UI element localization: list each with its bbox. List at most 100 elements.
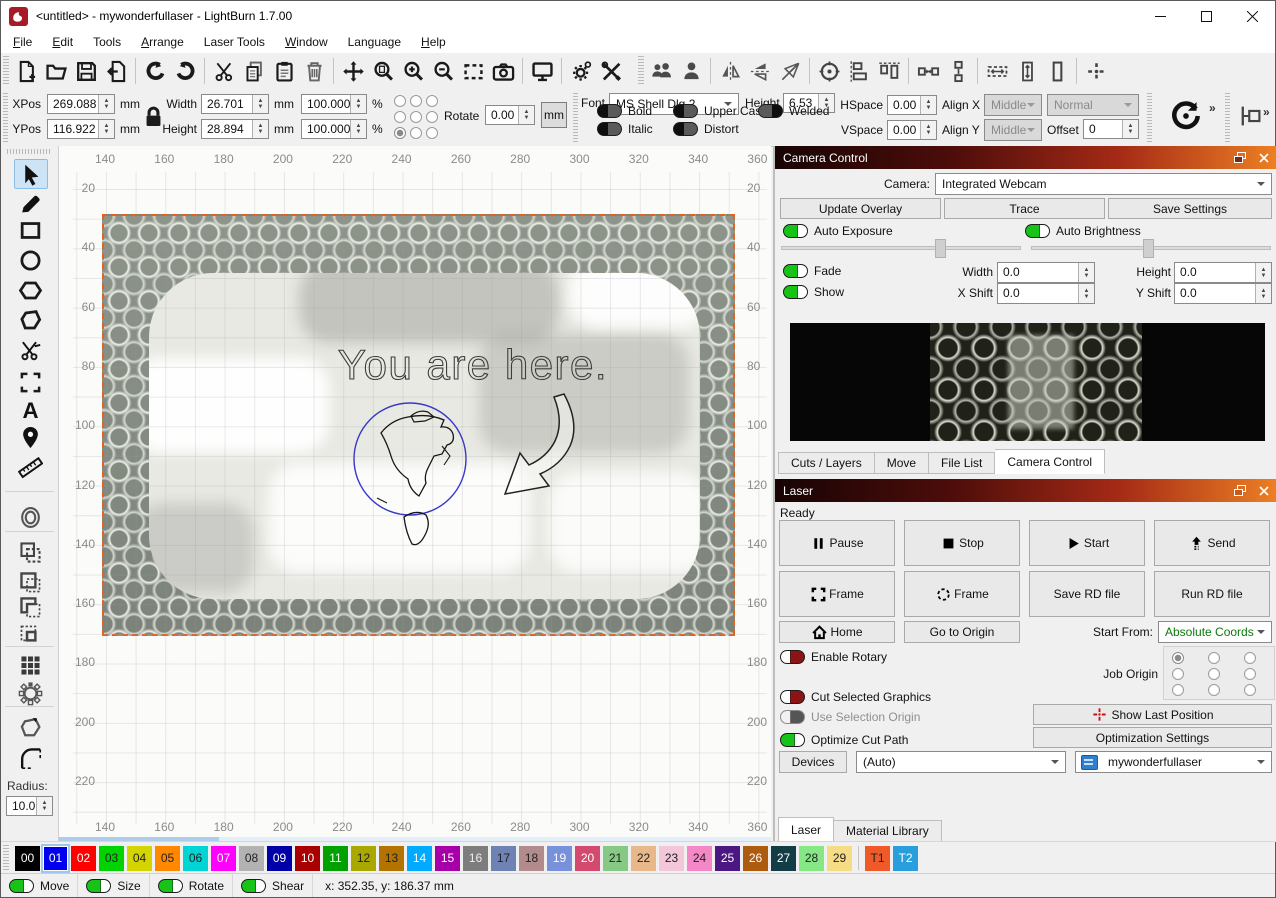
color-swatch-06[interactable]: 06 bbox=[183, 846, 208, 871]
anchor-radio-4[interactable] bbox=[410, 111, 422, 123]
docking-widget-icon[interactable] bbox=[1237, 103, 1263, 132]
color-swatch-10[interactable]: 10 bbox=[295, 846, 320, 871]
rotate-input[interactable]: 0.00▲▼ bbox=[485, 105, 535, 125]
menu-tools[interactable]: Tools bbox=[83, 33, 131, 51]
tab-laser[interactable]: Laser bbox=[778, 817, 834, 842]
color-swatch-15[interactable]: 15 bbox=[435, 846, 460, 871]
frame-button[interactable]: Frame bbox=[904, 571, 1020, 617]
color-swatch-26[interactable]: 26 bbox=[743, 846, 768, 871]
color-swatch-28[interactable]: 28 bbox=[799, 846, 824, 871]
job-origin-radio-8[interactable] bbox=[1244, 684, 1256, 696]
color-swatch-17[interactable]: 17 bbox=[491, 846, 516, 871]
color-swatch-11[interactable]: 11 bbox=[323, 846, 348, 871]
tool-trim-shapes[interactable] bbox=[14, 336, 46, 364]
cut-selected-toggle[interactable]: Cut Selected Graphics bbox=[780, 689, 931, 704]
settings-gears-icon[interactable] bbox=[566, 56, 596, 86]
auto-exposure-toggle[interactable]: Auto Exposure bbox=[783, 223, 893, 238]
anchor-radio-8[interactable] bbox=[426, 127, 438, 139]
artwork-globe[interactable] bbox=[354, 403, 466, 545]
save-settings-button[interactable]: Save Settings bbox=[1108, 198, 1272, 219]
port-combo[interactable]: (Auto) bbox=[856, 751, 1066, 773]
tab-material-library[interactable]: Material Library bbox=[834, 820, 942, 842]
color-swatch-22[interactable]: 22 bbox=[631, 846, 656, 871]
fade-toggle[interactable]: Fade bbox=[783, 263, 841, 278]
anchor-radio-3[interactable] bbox=[394, 111, 406, 123]
workspace-canvas[interactable]: 1401401601601801802002002202202402402602… bbox=[59, 146, 771, 842]
delete-icon[interactable] bbox=[299, 56, 329, 86]
scale-width-icon[interactable] bbox=[982, 56, 1012, 86]
color-swatch-23[interactable]: 23 bbox=[659, 846, 684, 871]
tab-file-list[interactable]: File List bbox=[929, 452, 995, 474]
hspace-input[interactable]: 0.00▲▼ bbox=[887, 95, 937, 115]
tool-offset[interactable] bbox=[14, 503, 46, 531]
anchor-radio-2[interactable] bbox=[426, 95, 438, 107]
group-icon[interactable] bbox=[646, 56, 676, 86]
auto-brightness-toggle[interactable]: Auto Brightness bbox=[1025, 223, 1141, 238]
units-mm-button[interactable]: mm bbox=[541, 102, 567, 128]
optimize-cut-path-toggle[interactable]: Optimize Cut Path bbox=[780, 732, 908, 747]
artwork-arrow[interactable] bbox=[505, 394, 574, 494]
go-to-origin-button[interactable]: Go to Origin bbox=[904, 621, 1020, 643]
ungroup-icon[interactable] bbox=[676, 56, 706, 86]
status-toggle-rotate[interactable]: Rotate bbox=[150, 874, 233, 897]
show-last-position-button[interactable]: Show Last Position bbox=[1033, 704, 1272, 725]
run-rd-file-button[interactable]: Run RD file bbox=[1154, 571, 1270, 617]
variable-text-sync-icon[interactable] bbox=[1169, 99, 1203, 136]
menu-help[interactable]: Help bbox=[411, 33, 456, 51]
move-to-center-icon[interactable] bbox=[814, 56, 844, 86]
color-swatch-04[interactable]: 04 bbox=[127, 846, 152, 871]
color-swatch-21[interactable]: 21 bbox=[603, 846, 628, 871]
flip-horizontal-icon[interactable] bbox=[745, 56, 775, 86]
color-swatch-02[interactable]: 02 bbox=[71, 846, 96, 871]
import-file-icon[interactable] bbox=[101, 56, 131, 86]
color-swatch-14[interactable]: 14 bbox=[407, 846, 432, 871]
mirror-diagonal-icon[interactable] bbox=[775, 56, 805, 86]
frame-button[interactable]: Frame bbox=[779, 571, 895, 617]
color-swatch-00[interactable]: 00 bbox=[15, 846, 40, 871]
open-file-icon[interactable] bbox=[41, 56, 71, 86]
save-file-icon[interactable] bbox=[71, 56, 101, 86]
distort-toggle[interactable]: Distort bbox=[673, 121, 739, 136]
color-swatch-18[interactable]: 18 bbox=[519, 846, 544, 871]
zoom-in-icon[interactable] bbox=[398, 56, 428, 86]
tool-boolean-difference[interactable] bbox=[14, 593, 46, 621]
show-toggle[interactable]: Show bbox=[783, 284, 844, 299]
color-swatch-29[interactable]: 29 bbox=[827, 846, 852, 871]
color-swatch-13[interactable]: 13 bbox=[379, 846, 404, 871]
toolbar-grip[interactable] bbox=[3, 56, 9, 86]
close-panel-icon[interactable] bbox=[1255, 150, 1273, 166]
color-swatch-T2[interactable]: T2 bbox=[893, 846, 918, 871]
width-percent-input[interactable]: 100.000▲▼ bbox=[301, 94, 367, 114]
tool-grid-array[interactable] bbox=[14, 651, 46, 679]
tool-draw-lines[interactable] bbox=[14, 189, 46, 217]
float-panel-icon[interactable] bbox=[1231, 483, 1249, 499]
tool-ellipse[interactable] bbox=[14, 246, 46, 274]
distribute-horizontal-icon[interactable] bbox=[913, 56, 943, 86]
save-rd-file-button[interactable]: Save RD file bbox=[1029, 571, 1145, 617]
pause-button[interactable]: Pause bbox=[779, 520, 895, 566]
home-button[interactable]: Home bbox=[779, 621, 895, 643]
toolbar-overflow-chevron-2[interactable]: » bbox=[1263, 102, 1270, 122]
radius-input[interactable]: 10.0▲▼ bbox=[6, 796, 53, 816]
color-swatch-03[interactable]: 03 bbox=[99, 846, 124, 871]
menu-language[interactable]: Language bbox=[338, 33, 411, 51]
color-swatch-T1[interactable]: T1 bbox=[865, 846, 890, 871]
artwork-text[interactable]: You are here. bbox=[338, 341, 608, 388]
optimization-settings-button[interactable]: Optimization Settings bbox=[1033, 727, 1272, 748]
start-from-combo[interactable]: Absolute Coords bbox=[1158, 621, 1272, 643]
width-input[interactable]: 26.701▲▼ bbox=[201, 94, 269, 114]
copy-icon[interactable] bbox=[239, 56, 269, 86]
tool-select-frame[interactable] bbox=[14, 368, 46, 396]
job-origin-radio-6[interactable] bbox=[1172, 684, 1184, 696]
y-shift-input[interactable]: 0.0▲▼ bbox=[1174, 283, 1272, 304]
xpos-input[interactable]: 269.088▲▼ bbox=[47, 94, 115, 114]
ypos-input[interactable]: 116.922▲▼ bbox=[47, 119, 115, 139]
color-swatch-16[interactable]: 16 bbox=[463, 846, 488, 871]
welded-toggle[interactable]: Welded bbox=[758, 103, 829, 118]
align-vertical-icon[interactable] bbox=[874, 56, 904, 86]
tool-shape-warp[interactable] bbox=[14, 713, 46, 741]
menu-arrange[interactable]: Arrange bbox=[131, 33, 194, 51]
exposure-slider[interactable] bbox=[781, 246, 1021, 250]
status-toggle-size[interactable]: Size bbox=[78, 874, 149, 897]
color-swatch-12[interactable]: 12 bbox=[351, 846, 376, 871]
